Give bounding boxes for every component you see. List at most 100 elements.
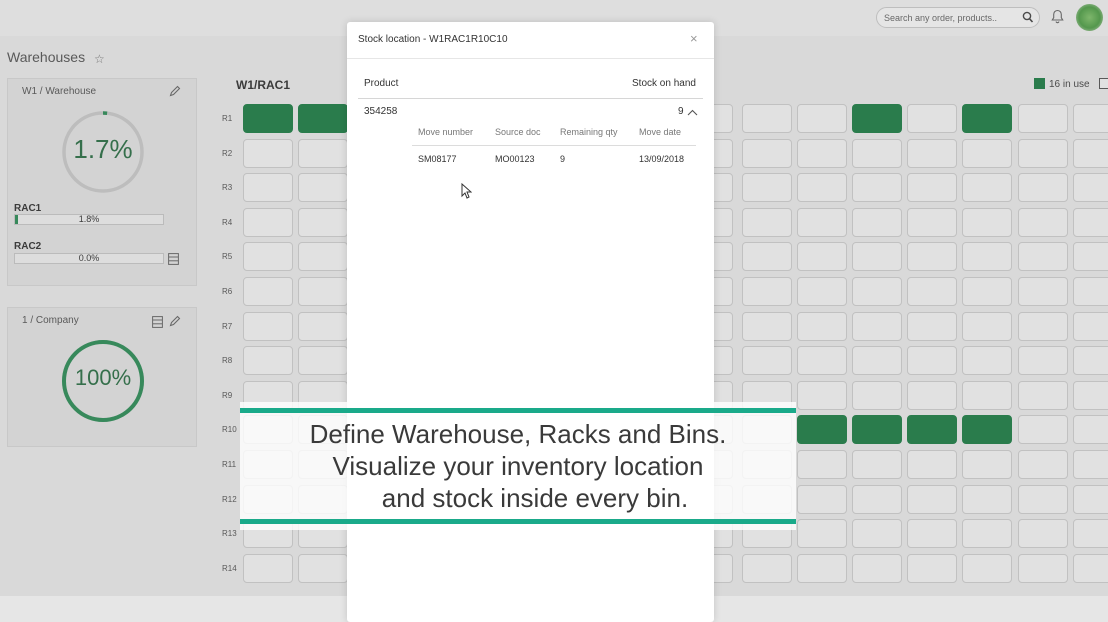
- bin-cell[interactable]: [907, 139, 957, 168]
- bin-cell[interactable]: [298, 277, 348, 306]
- bin-cell[interactable]: [243, 242, 293, 271]
- bin-cell[interactable]: [1018, 104, 1068, 133]
- bin-cell[interactable]: [797, 277, 847, 306]
- bin-cell[interactable]: [742, 554, 792, 583]
- bin-cell[interactable]: [1073, 312, 1108, 341]
- bin-cell[interactable]: [797, 519, 847, 548]
- bell-icon[interactable]: [1051, 9, 1064, 24]
- warehouse-card[interactable]: W1 / Warehouse 1.7% RAC1 1.8% RAC2 0.0%: [7, 78, 197, 286]
- bin-cell[interactable]: [797, 485, 847, 514]
- bin-cell[interactable]: [1073, 346, 1108, 375]
- bin-cell[interactable]: [907, 519, 957, 548]
- bin-cell[interactable]: [742, 208, 792, 237]
- bin-cell[interactable]: [962, 415, 1012, 444]
- bin-cell[interactable]: [1018, 242, 1068, 271]
- edit-icon[interactable]: [169, 85, 181, 97]
- bin-cell[interactable]: [298, 346, 348, 375]
- bin-cell[interactable]: [852, 139, 902, 168]
- bin-cell[interactable]: [1018, 346, 1068, 375]
- bin-cell[interactable]: [852, 381, 902, 410]
- bin-cell[interactable]: [742, 104, 792, 133]
- bin-cell[interactable]: [243, 277, 293, 306]
- source-doc[interactable]: MO00123: [495, 154, 535, 164]
- bin-cell[interactable]: [852, 173, 902, 202]
- bin-cell[interactable]: [742, 173, 792, 202]
- edit-icon[interactable]: [169, 315, 181, 327]
- bin-cell[interactable]: [1073, 208, 1108, 237]
- bin-cell[interactable]: [962, 381, 1012, 410]
- bin-cell[interactable]: [298, 208, 348, 237]
- bin-cell[interactable]: [742, 346, 792, 375]
- bin-cell[interactable]: [797, 450, 847, 479]
- avatar[interactable]: [1076, 4, 1103, 31]
- bin-cell[interactable]: [1073, 450, 1108, 479]
- bin-cell[interactable]: [1018, 554, 1068, 583]
- bin-cell[interactable]: [1073, 104, 1108, 133]
- bin-cell[interactable]: [962, 277, 1012, 306]
- bin-cell[interactable]: [1018, 312, 1068, 341]
- bin-cell[interactable]: [907, 312, 957, 341]
- bin-cell[interactable]: [1018, 381, 1068, 410]
- bin-cell[interactable]: [907, 485, 957, 514]
- bin-cell[interactable]: [243, 173, 293, 202]
- bin-cell[interactable]: [243, 554, 293, 583]
- bin-cell[interactable]: [1073, 173, 1108, 202]
- bin-cell[interactable]: [1073, 485, 1108, 514]
- bin-cell[interactable]: [962, 104, 1012, 133]
- bin-cell[interactable]: [797, 381, 847, 410]
- chevron-up-icon[interactable]: [687, 109, 698, 116]
- bin-cell[interactable]: [907, 415, 957, 444]
- bin-cell[interactable]: [243, 346, 293, 375]
- bin-cell[interactable]: [907, 450, 957, 479]
- bin-cell[interactable]: [1073, 519, 1108, 548]
- bin-cell[interactable]: [962, 485, 1012, 514]
- bin-cell[interactable]: [243, 312, 293, 341]
- bin-cell[interactable]: [797, 173, 847, 202]
- bin-cell[interactable]: [1073, 415, 1108, 444]
- bin-cell[interactable]: [852, 208, 902, 237]
- bin-cell[interactable]: [1018, 208, 1068, 237]
- bin-cell[interactable]: [797, 242, 847, 271]
- bin-cell[interactable]: [797, 554, 847, 583]
- bin-cell[interactable]: [962, 242, 1012, 271]
- bin-cell[interactable]: [298, 312, 348, 341]
- bin-cell[interactable]: [852, 450, 902, 479]
- bin-cell[interactable]: [742, 277, 792, 306]
- bin-cell[interactable]: [1018, 173, 1068, 202]
- bin-cell[interactable]: [852, 485, 902, 514]
- bin-cell[interactable]: [1073, 554, 1108, 583]
- bin-cell[interactable]: [852, 519, 902, 548]
- company-card[interactable]: 1 / Company 100%: [7, 307, 197, 447]
- bin-cell[interactable]: [852, 554, 902, 583]
- bin-cell[interactable]: [907, 173, 957, 202]
- bin-cell[interactable]: [1073, 277, 1108, 306]
- bin-cell[interactable]: [1073, 242, 1108, 271]
- bin-cell[interactable]: [852, 415, 902, 444]
- bin-cell[interactable]: [962, 450, 1012, 479]
- bin-cell[interactable]: [797, 139, 847, 168]
- bin-cell[interactable]: [852, 104, 902, 133]
- bin-cell[interactable]: [962, 346, 1012, 375]
- bin-cell[interactable]: [852, 346, 902, 375]
- search-box[interactable]: [876, 7, 1040, 28]
- bin-cell[interactable]: [797, 104, 847, 133]
- bin-cell[interactable]: [907, 381, 957, 410]
- bin-cell[interactable]: [1073, 139, 1108, 168]
- bin-cell[interactable]: [797, 346, 847, 375]
- bin-cell[interactable]: [962, 312, 1012, 341]
- bin-cell[interactable]: [962, 139, 1012, 168]
- list-icon[interactable]: [168, 253, 179, 265]
- bin-cell[interactable]: [962, 519, 1012, 548]
- search-input[interactable]: [884, 10, 1014, 25]
- bin-cell[interactable]: [243, 208, 293, 237]
- close-icon[interactable]: ×: [690, 31, 698, 46]
- bin-cell[interactable]: [298, 173, 348, 202]
- bin-cell[interactable]: [962, 208, 1012, 237]
- bin-cell[interactable]: [907, 242, 957, 271]
- bin-cell[interactable]: [852, 242, 902, 271]
- bin-cell[interactable]: [797, 312, 847, 341]
- bin-cell[interactable]: [742, 242, 792, 271]
- bin-cell[interactable]: [907, 277, 957, 306]
- bin-cell[interactable]: [907, 104, 957, 133]
- star-icon[interactable]: ☆: [94, 52, 105, 66]
